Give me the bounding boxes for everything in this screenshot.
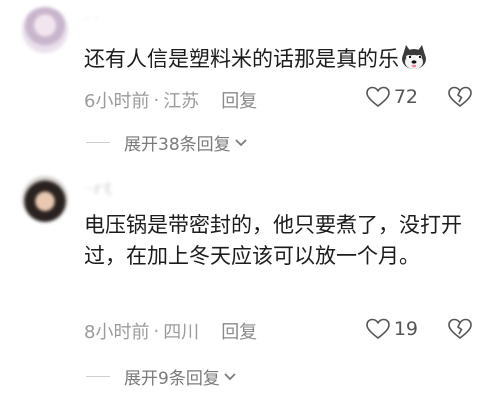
separator: ·	[153, 89, 160, 111]
doge-emoji-icon	[402, 45, 426, 69]
timestamp: 6小时前	[84, 91, 150, 112]
expand-replies-button[interactable]: 展开38条回复	[86, 130, 248, 155]
like-button[interactable]: 72	[366, 86, 418, 108]
comment-meta: 8小时前 · 四川 回复	[84, 318, 257, 344]
expand-replies-button[interactable]: 展开9条回复	[86, 364, 237, 389]
location: 江苏	[163, 91, 200, 112]
comment-text: 电压锅是带密封的，他只要煮了，没打开过，在加上冬天应该可以放一个月。	[84, 213, 462, 268]
comment-meta: 6小时前 · 江苏 回复	[84, 87, 257, 113]
expand-replies-label: 展开38条回复	[124, 135, 231, 155]
like-count: 72	[393, 86, 418, 108]
dislike-button[interactable]	[448, 86, 472, 112]
avatar[interactable]	[22, 176, 68, 222]
broken-heart-icon	[448, 86, 472, 108]
like-button[interactable]: 19	[366, 318, 418, 340]
heart-icon	[366, 318, 390, 340]
username[interactable]: · ·	[85, 12, 99, 26]
reply-button[interactable]: 回复	[221, 87, 257, 113]
dislike-button[interactable]	[448, 318, 472, 344]
expand-replies-label: 展开9条回复	[124, 369, 220, 389]
broken-heart-icon	[448, 318, 472, 340]
timestamp: 8小时前	[84, 322, 150, 343]
avatar[interactable]	[22, 7, 68, 53]
like-count: 19	[393, 318, 418, 340]
divider-line	[86, 142, 110, 143]
username[interactable]: ··ℓ'ξ	[85, 182, 113, 196]
separator: ·	[153, 320, 160, 342]
location: 四川	[163, 322, 200, 343]
reply-button[interactable]: 回复	[221, 318, 257, 344]
comment-text: 还有人信是塑料米的话那是真的乐	[84, 44, 484, 75]
chevron-down-icon	[224, 372, 236, 380]
heart-icon	[366, 86, 390, 108]
chevron-down-icon	[235, 138, 247, 146]
comment-text-content: 还有人信是塑料米的话那是真的乐	[84, 47, 399, 71]
divider-line	[86, 376, 110, 377]
